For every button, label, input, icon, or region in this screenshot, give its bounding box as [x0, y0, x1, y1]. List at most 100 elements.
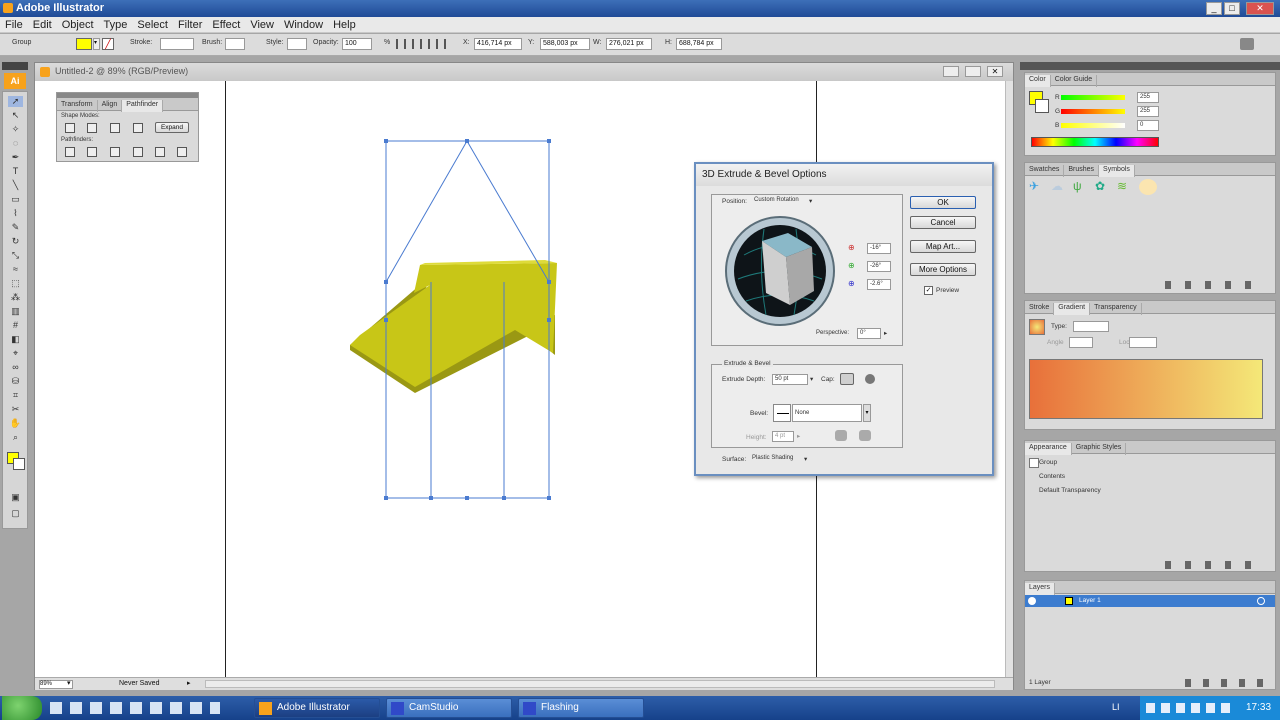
status-arrow-icon[interactable]: ▸ [187, 679, 191, 687]
style-picker[interactable] [287, 38, 307, 50]
gradient-thumbnail[interactable] [1029, 319, 1045, 335]
layer-target-icon[interactable] [1257, 597, 1265, 605]
vertical-scrollbar[interactable] [1005, 81, 1013, 677]
task-flashing[interactable]: Flashing [518, 698, 644, 718]
rotate-z-field[interactable]: -2.6° [867, 279, 891, 290]
doc-close-button[interactable]: ✕ [987, 66, 1003, 77]
color-r-field[interactable]: 255 [1137, 92, 1159, 103]
horizontal-scrollbar[interactable] [205, 680, 995, 688]
document-tab[interactable]: Untitled-2 @ 89% (RGB/Preview) [35, 63, 1013, 81]
position-dropdown-icon[interactable]: ▾ [809, 197, 812, 205]
rotate-x-field[interactable]: -16° [867, 243, 891, 254]
minus-front-icon[interactable] [87, 123, 97, 133]
tab-color[interactable]: Color [1025, 75, 1051, 87]
rectangle-tool-icon[interactable]: ▭ [8, 194, 23, 205]
tab-swatches[interactable]: Swatches [1025, 165, 1065, 177]
color-g-field[interactable]: 255 [1137, 106, 1159, 117]
menu-filter[interactable]: Filter [173, 17, 207, 33]
3d-arrow-object[interactable] [350, 260, 557, 393]
outline-icon[interactable] [155, 147, 165, 157]
mesh-tool-icon[interactable]: # [8, 320, 23, 331]
trim-icon[interactable] [87, 147, 97, 157]
symbol-flower-icon[interactable]: ✿ [1095, 179, 1113, 195]
height-field[interactable]: 4 pt [772, 431, 794, 442]
ok-button[interactable]: OK [910, 196, 976, 209]
selection-tool-icon[interactable]: ➚ [8, 96, 23, 107]
type-tool-icon[interactable]: T [8, 166, 23, 177]
eyedropper-tool-icon[interactable]: ⌖ [8, 348, 23, 359]
line-tool-icon[interactable]: ╲ [8, 180, 23, 191]
task-camstudio[interactable]: CamStudio [386, 698, 512, 718]
bevel-dropdown-icon[interactable]: ▾ [863, 404, 871, 422]
scale-tool-icon[interactable]: ⤡ [8, 250, 23, 261]
draw-mode-icon[interactable]: ▢ [8, 508, 23, 519]
layer-row[interactable]: Layer 1 [1025, 595, 1275, 607]
task-adobe-illustrator[interactable]: Adobe Illustrator [254, 698, 380, 718]
start-button[interactable] [2, 696, 42, 720]
magic-wand-tool-icon[interactable]: ✧ [8, 124, 23, 135]
appearance-item-transparency[interactable]: Default Transparency [1039, 487, 1101, 494]
layers-footer-icons[interactable] [1185, 679, 1265, 687]
maximize-button[interactable]: □ [1224, 2, 1240, 15]
minimize-button[interactable]: _ [1206, 2, 1222, 15]
bevel-select[interactable]: None [792, 404, 862, 422]
panel-dock-collapse-bar[interactable] [1020, 62, 1280, 70]
color-r-slider[interactable] [1061, 95, 1125, 100]
color-b-slider[interactable] [1061, 123, 1125, 128]
cap-off-icon[interactable] [865, 374, 875, 384]
tab-align[interactable]: Align [98, 100, 123, 112]
pen-tool-icon[interactable]: ✒ [8, 152, 23, 163]
crop-icon[interactable] [133, 147, 143, 157]
doc-restore-button[interactable] [965, 66, 981, 77]
more-options-button[interactable]: More Options [910, 263, 976, 276]
unite-icon[interactable] [65, 123, 75, 133]
h-field[interactable]: 688,784 px [676, 38, 722, 50]
layer-name[interactable]: Layer 1 [1079, 597, 1101, 604]
appearance-footer-icons[interactable] [1165, 561, 1265, 569]
intersect-icon[interactable] [110, 123, 120, 133]
scissors-tool-icon[interactable]: ✂ [8, 404, 23, 415]
stroke-swatch[interactable]: ╱ [102, 38, 114, 50]
live-paint-tool-icon[interactable]: ⛁ [8, 376, 23, 387]
opacity-field[interactable]: 100 [342, 38, 372, 50]
expand-button[interactable]: Expand [155, 122, 189, 133]
zoom-dropdown-icon[interactable]: ▾ [67, 679, 71, 687]
tray-icons[interactable] [1146, 703, 1236, 713]
tab-color-guide[interactable]: Color Guide [1051, 75, 1098, 87]
cap-on-icon[interactable] [840, 373, 854, 385]
bevel-in-icon[interactable] [859, 430, 871, 441]
doc-minimize-button[interactable] [943, 66, 959, 77]
menu-file[interactable]: File [0, 17, 28, 33]
symbol-sun-icon[interactable] [1139, 179, 1157, 195]
slice-tool-icon[interactable]: ⌗ [8, 390, 23, 401]
w-field[interactable]: 276,021 px [606, 38, 652, 50]
direct-selection-tool-icon[interactable]: ↖ [8, 110, 23, 121]
symbol-bird-icon[interactable]: ✈ [1029, 179, 1047, 195]
menu-type[interactable]: Type [99, 17, 133, 33]
tab-layers[interactable]: Layers [1025, 583, 1056, 595]
perspective-slider-icon[interactable]: ▸ [884, 329, 887, 337]
tab-graphic-styles[interactable]: Graphic Styles [1072, 443, 1127, 455]
free-transform-tool-icon[interactable]: ⬚ [8, 278, 23, 289]
surface-dropdown-icon[interactable]: ▾ [804, 455, 807, 463]
surface-select[interactable]: Plastic Shading [750, 454, 812, 465]
hand-tool-icon[interactable]: ✋ [8, 418, 23, 429]
merge-icon[interactable] [110, 147, 120, 157]
graph-tool-icon[interactable]: ▥ [8, 306, 23, 317]
blend-tool-icon[interactable]: ∞ [8, 362, 23, 373]
x-field[interactable]: 416,714 px [474, 38, 522, 50]
menu-view[interactable]: View [245, 17, 279, 33]
paintbrush-tool-icon[interactable]: ⌇ [8, 208, 23, 219]
tab-gradient[interactable]: Gradient [1054, 303, 1091, 315]
extrude-depth-field[interactable]: 50 pt [772, 374, 808, 385]
warp-tool-icon[interactable]: ≈ [8, 264, 23, 275]
symbol-cloud-icon[interactable]: ☁ [1051, 179, 1069, 195]
exclude-icon[interactable] [133, 123, 143, 133]
quicklaunch-icons[interactable] [50, 702, 220, 714]
stroke-color-box[interactable] [13, 458, 25, 470]
divide-icon[interactable] [65, 147, 75, 157]
fill-dropdown-icon[interactable]: ▾ [93, 38, 100, 50]
tab-pathfinder[interactable]: Pathfinder [122, 100, 164, 112]
gradient-ramp[interactable] [1029, 359, 1263, 419]
menu-edit[interactable]: Edit [28, 17, 57, 33]
